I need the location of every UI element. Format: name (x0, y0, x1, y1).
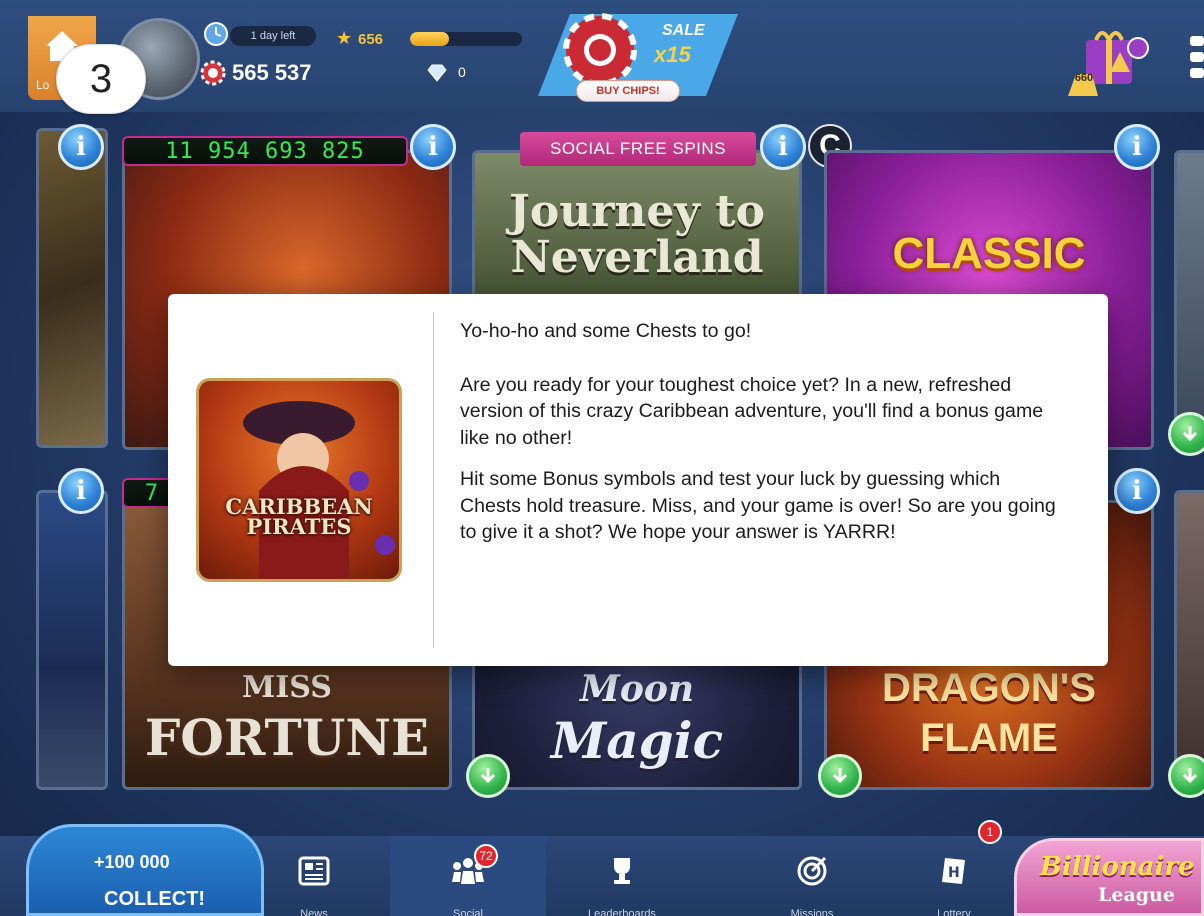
popup-paragraph-2: Hit some Bonus symbols and test your luc… (460, 468, 1056, 543)
nav-label: Missions (790, 908, 834, 916)
social-free-spins-tag: SOCIAL FREE SPINS (520, 132, 756, 166)
buy-chips-button[interactable]: BUY CHIPS! (576, 80, 680, 102)
tutorial-step-badge: 3 (56, 44, 146, 114)
gift-count: 660 (1074, 72, 1094, 84)
missions-icon (797, 856, 827, 886)
nav-label: Leaderboards (588, 908, 656, 916)
pirate-illustration (243, 401, 395, 579)
billionaire-title: Billionaire (1040, 852, 1195, 882)
download-icon[interactable] (1168, 412, 1204, 456)
nav-news[interactable]: News (254, 848, 374, 916)
game-tile-partial-left-2[interactable] (36, 490, 108, 790)
lottery-badge: 1 (978, 820, 1002, 844)
info-icon[interactable]: i (58, 468, 104, 514)
tile-title-line1: MISS (242, 670, 332, 705)
popup-description: Yo-ho-ho and some Chests to go! Are you … (460, 318, 1060, 561)
nav-missions[interactable]: Missions (752, 848, 872, 916)
download-icon[interactable] (1168, 754, 1204, 798)
nav-label: Lottery (937, 908, 971, 916)
nav-lottery[interactable]: H Lottery (894, 848, 1014, 916)
nav-label: News (300, 908, 328, 916)
download-icon[interactable] (466, 754, 510, 798)
star-icon: ★ (336, 28, 353, 48)
diamond-icon (427, 64, 447, 82)
game-tile-partial-right[interactable] (1174, 150, 1204, 450)
popup-paragraph-1: Are you ready for your toughest choice y… (460, 373, 1044, 449)
thumb-title-line2: PIRATES (246, 514, 352, 539)
lobby-label: Lo (36, 78, 50, 92)
tile-title-line2: FORTUNE (144, 708, 430, 767)
collect-amount: +100 000 (94, 852, 170, 872)
menu-icon[interactable] (1190, 36, 1204, 88)
popup-divider (433, 312, 434, 648)
info-icon[interactable]: i (1114, 124, 1160, 170)
tile-title-line2: FLAME (920, 716, 1058, 760)
gift-icon[interactable] (1066, 22, 1152, 100)
chip-icon (200, 60, 226, 86)
collect-label: COLLECT! (104, 888, 206, 910)
tile-title: CLASSIC (892, 229, 1086, 278)
tile-title-line1: Moon (579, 668, 695, 710)
info-icon[interactable]: i (410, 124, 456, 170)
tile-title-line1: DRAGON'S (882, 666, 1096, 710)
game-tile-partial-left[interactable] (36, 128, 108, 448)
svg-text:H: H (948, 865, 960, 881)
xp-progress-bar (410, 32, 522, 46)
nav-label: Social (453, 908, 483, 916)
nav-social[interactable]: Social (408, 848, 528, 916)
info-icon[interactable]: i (58, 124, 104, 170)
info-icon[interactable]: i (760, 124, 806, 170)
clock-icon (204, 22, 228, 46)
billionaire-subtitle: League (1098, 884, 1175, 906)
info-icon[interactable]: i (1114, 468, 1160, 514)
news-icon (298, 856, 330, 886)
chips-balance: 565 537 (232, 60, 312, 85)
xp-level: 656 (358, 31, 384, 48)
tile-title-line1: Journey to (509, 186, 765, 237)
social-badge: 72 (474, 844, 498, 868)
game-tile-partial-right-2[interactable] (1174, 490, 1204, 790)
leaderboards-icon (614, 858, 630, 884)
lottery-icon: H (942, 858, 965, 884)
tile-title-line2: Magic (550, 711, 724, 770)
sale-multiplier: x15 (654, 42, 691, 67)
jackpot-counter: 11 954 693 825 (122, 136, 408, 166)
game-info-popup[interactable]: CARIBBEAN PIRATES Yo-ho-ho and some Ches… (168, 294, 1108, 666)
event-timer: 1 day left (230, 26, 316, 46)
download-icon[interactable] (818, 754, 862, 798)
game-thumbnail: CARIBBEAN PIRATES (196, 378, 402, 582)
gems-balance: 0 (458, 64, 466, 80)
tile-title-line2: Neverland (510, 232, 764, 283)
popup-headline: Yo-ho-ho and some Chests to go! (460, 320, 752, 342)
xp-progress-fill (410, 32, 450, 46)
sale-label: SALE (662, 22, 705, 39)
nav-leaderboards[interactable]: Leaderboards (562, 848, 682, 916)
